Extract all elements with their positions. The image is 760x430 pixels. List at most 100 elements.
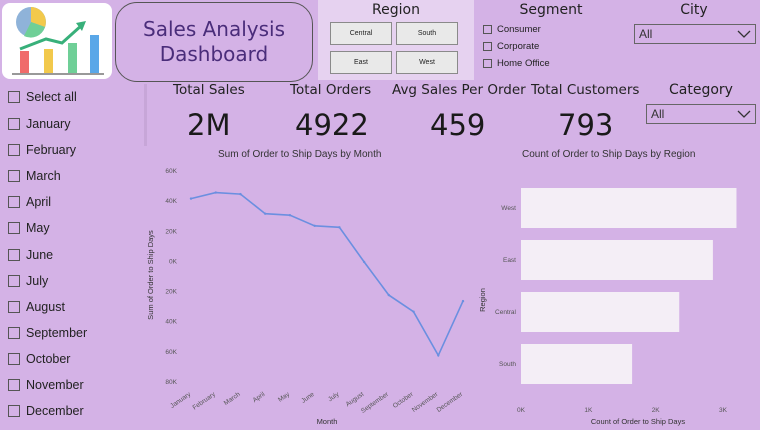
kpi-label-total-orders: Total Orders xyxy=(290,82,372,98)
month-item-march[interactable]: March xyxy=(8,169,61,183)
checkbox-icon[interactable] xyxy=(8,144,20,156)
checkbox-icon[interactable] xyxy=(8,118,20,130)
x-tick-label: January xyxy=(169,390,193,409)
checkbox-icon[interactable] xyxy=(8,301,20,313)
segment-label: Home Office xyxy=(497,58,550,69)
month-label: May xyxy=(26,221,50,235)
line-point xyxy=(313,224,316,227)
checkbox-icon[interactable] xyxy=(483,59,492,68)
y-tick-label: 60K xyxy=(165,168,177,175)
month-item-january[interactable]: January xyxy=(8,117,70,131)
region-tile-south[interactable]: South xyxy=(396,22,458,45)
month-item-june[interactable]: June xyxy=(8,248,53,262)
line-chart-x-label: Month xyxy=(317,417,338,426)
segment-item-home-office[interactable]: Home Office xyxy=(483,58,550,69)
month-label: October xyxy=(26,352,71,366)
checkbox-icon[interactable] xyxy=(483,42,492,51)
x-tick-label: February xyxy=(192,390,218,411)
city-dropdown[interactable]: All xyxy=(634,24,756,44)
divider xyxy=(144,84,147,146)
checkbox-icon[interactable] xyxy=(8,249,20,261)
month-label: April xyxy=(26,195,52,209)
line-point xyxy=(461,299,465,303)
bar-chart: Region West East Central South 0K 1K 2K 3K Cou… xyxy=(478,188,737,426)
x-tick-label: March xyxy=(223,391,242,407)
category-dropdown[interactable]: All xyxy=(646,104,756,124)
month-item-february[interactable]: February xyxy=(8,143,76,157)
bar xyxy=(521,292,680,332)
bar xyxy=(521,188,737,228)
checkbox-icon[interactable] xyxy=(8,405,20,417)
chevron-down-icon xyxy=(737,30,751,38)
line-point xyxy=(263,212,267,215)
line-point xyxy=(239,192,242,196)
checkbox-icon[interactable] xyxy=(8,275,20,287)
bar-chart-y-label: Region xyxy=(478,288,487,312)
category-label: East xyxy=(503,257,516,264)
y-tick-label: 40K xyxy=(165,198,177,205)
month-item-september[interactable]: September xyxy=(8,326,87,340)
checkbox-icon[interactable] xyxy=(8,327,20,339)
y-tick-label: 40K xyxy=(165,319,177,326)
month-item-select-all[interactable]: Select all xyxy=(8,90,77,104)
kpi-value-total-sales: 2M xyxy=(187,108,231,142)
line-point xyxy=(412,310,415,313)
title-line-2: Dashboard xyxy=(159,42,269,66)
x-tick-label: September xyxy=(360,390,391,414)
city-selected: All xyxy=(639,27,653,41)
x-tick-label: April xyxy=(252,391,267,405)
x-tick-label: 3K xyxy=(719,407,728,414)
segment-item-corporate[interactable]: Corporate xyxy=(483,41,539,52)
kpi-label-avg-sales: Avg Sales Per Order xyxy=(392,82,526,98)
region-tile-east[interactable]: East xyxy=(330,51,392,74)
region-tile-west[interactable]: West xyxy=(396,51,458,74)
category-label: West xyxy=(501,205,516,212)
month-label: August xyxy=(26,300,65,314)
line-chart: Sum of Order to Ship Days 60K 40K 20K 0K 20K… xyxy=(146,168,465,426)
region-tile-central[interactable]: Central xyxy=(330,22,392,45)
month-slicer: Select all January February March April … xyxy=(0,84,144,430)
checkbox-icon[interactable] xyxy=(8,91,20,103)
dashboard-title: Sales Analysis Dashboard xyxy=(115,2,313,82)
month-label: June xyxy=(26,248,54,262)
month-label: July xyxy=(26,274,49,288)
checkbox-icon[interactable] xyxy=(483,25,492,34)
dashboard-logo xyxy=(2,3,112,79)
region-title: Region xyxy=(372,2,420,18)
kpi-label-total-sales: Total Sales xyxy=(173,82,245,98)
month-item-december[interactable]: December xyxy=(8,404,84,418)
category-label: Central xyxy=(495,309,517,316)
line-point xyxy=(288,214,292,217)
checkbox-icon[interactable] xyxy=(8,379,20,391)
x-tick-label: December xyxy=(436,390,465,413)
checkbox-icon[interactable] xyxy=(8,170,20,182)
chart-logo-icon xyxy=(12,7,104,75)
bar-chart-x-label: Count of Order to Ship Days xyxy=(591,417,685,426)
month-item-october[interactable]: October xyxy=(8,352,70,366)
x-tick-label: 1K xyxy=(584,407,593,414)
x-tick-label: June xyxy=(300,391,316,405)
checkbox-icon[interactable] xyxy=(8,196,20,208)
month-item-august[interactable]: August xyxy=(8,300,65,314)
line-point xyxy=(387,293,391,297)
line-chart-title: Sum of Order to Ship Days by Month xyxy=(218,149,382,160)
category-label: South xyxy=(499,361,516,368)
x-tick-label: 2K xyxy=(652,407,661,414)
bar-chart-title: Count of Order to Ship Days by Region xyxy=(522,149,696,160)
month-item-april[interactable]: April xyxy=(8,195,51,209)
y-tick-label: 20K xyxy=(165,289,177,296)
segment-item-consumer[interactable]: Consumer xyxy=(483,24,541,35)
month-item-may[interactable]: May xyxy=(8,221,50,235)
checkbox-icon[interactable] xyxy=(8,353,20,365)
month-label: September xyxy=(26,326,88,340)
category-selected: All xyxy=(651,107,665,121)
month-label: November xyxy=(26,378,84,392)
category-title: Category xyxy=(669,82,733,98)
month-item-november[interactable]: November xyxy=(8,378,84,392)
checkbox-icon[interactable] xyxy=(8,222,20,234)
month-item-july[interactable]: July xyxy=(8,274,48,288)
line-point xyxy=(362,260,366,264)
x-tick-label: May xyxy=(277,390,292,403)
x-tick-label: August xyxy=(345,391,366,408)
x-tick-label: November xyxy=(411,390,440,413)
